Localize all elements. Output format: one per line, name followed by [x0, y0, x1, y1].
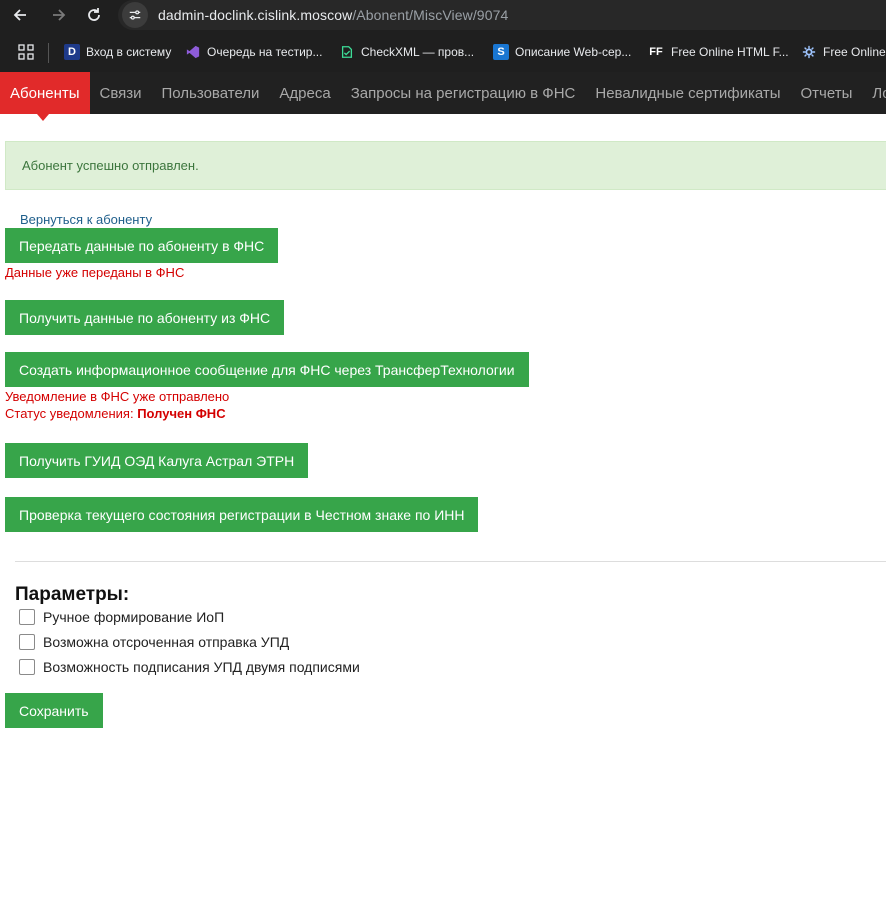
alert-text: Абонент успешно отправлен. — [22, 158, 199, 173]
nav-users[interactable]: Пользователи — [152, 72, 270, 114]
url-text: dadmin-doclink.cislink.moscow/Abonent/Mi… — [158, 7, 508, 23]
create-fns-message-button[interactable]: Создать информационное сообщение для ФНС… — [5, 352, 529, 387]
option-label: Возможна отсроченная отправка УПД — [43, 634, 290, 650]
bookmarks-bar: D Вход в систему Очередь на тестир... Ch… — [0, 34, 886, 72]
nav-invalid-certificates[interactable]: Невалидные сертификаты — [585, 72, 790, 114]
forward-arrow-icon[interactable] — [46, 3, 70, 27]
bookmark-checkxml[interactable]: CheckXML — пров... — [339, 44, 474, 60]
browser-toolbar: dadmin-doclink.cislink.moscow/Abonent/Mi… — [0, 0, 886, 34]
bookmark-label: CheckXML — пров... — [361, 45, 475, 59]
apps-grid-icon[interactable] — [18, 44, 34, 60]
notice-status-value: Получен ФНС — [137, 406, 226, 421]
option-manual-iop[interactable]: Ручное формирование ИоП — [19, 609, 224, 625]
save-button[interactable]: Сохранить — [5, 693, 103, 728]
section-divider — [15, 561, 886, 562]
get-from-fns-button[interactable]: Получить данные по абоненту из ФНС — [5, 300, 285, 335]
option-double-sign-upd[interactable]: Возможность подписания УПД двумя подпися… — [19, 659, 360, 675]
option-deferred-upd[interactable]: Возможна отсроченная отправка УПД — [19, 634, 289, 650]
nav-abonents[interactable]: Абоненты — [0, 72, 90, 114]
url-host: dadmin-doclink.cislink.moscow — [158, 7, 353, 23]
bookmark-label: Очередь на тестир... — [207, 45, 323, 59]
site-settings-icon[interactable] — [122, 2, 148, 28]
checkxml-icon — [339, 44, 355, 60]
reload-icon[interactable] — [82, 3, 106, 27]
bookmarks-separator — [48, 43, 49, 63]
send-fns-note: Данные уже переданы в ФНС — [5, 265, 185, 280]
nav-fns-requests[interactable]: Запросы на регистрацию в ФНС — [341, 72, 586, 114]
bookmark-label: Free Online HTML F... — [671, 45, 789, 59]
get-guid-button[interactable]: Получить ГУИД ОЭД Калуга Астрал ЭТРН — [5, 443, 309, 478]
bookmark-test-queue[interactable]: Очередь на тестир... — [185, 44, 322, 60]
back-arrow-icon[interactable] — [9, 3, 33, 27]
notice-sent-note: Уведомление в ФНС уже отправлено — [5, 389, 230, 404]
check-chz-button[interactable]: Проверка текущего состояния регистрации … — [5, 497, 479, 532]
nav-addresses[interactable]: Адреса — [269, 72, 340, 114]
bookmark-free-online[interactable]: Free Online — [801, 44, 886, 60]
doclink-logo-icon: D — [64, 44, 80, 60]
option-label: Ручное формирование ИоП — [43, 609, 225, 625]
checkbox[interactable] — [19, 659, 35, 675]
web-service-icon: S — [493, 44, 509, 60]
option-label: Возможность подписания УПД двумя подпися… — [43, 659, 360, 675]
gear-icon — [801, 44, 817, 60]
vs-logo-icon — [185, 44, 201, 60]
bookmark-web-service[interactable]: S Описание Web-сер... — [493, 44, 631, 60]
ff-logo-icon: FF — [649, 46, 663, 58]
nav-links[interactable]: Связи — [90, 72, 152, 114]
bookmark-label: Описание Web-сер... — [515, 45, 632, 59]
nav-reports[interactable]: Отчеты — [791, 72, 863, 114]
checkbox[interactable] — [19, 609, 35, 625]
nav-log[interactable]: Лог о — [862, 72, 886, 114]
main-nav: Абоненты Связи Пользователи Адреса Запро… — [0, 72, 886, 114]
send-to-fns-button[interactable]: Передать данные по абоненту в ФНС — [5, 228, 279, 263]
params-title: Параметры: — [15, 584, 130, 605]
notice-status: Статус уведомления: Получен ФНС — [5, 406, 226, 421]
address-bar[interactable]: dadmin-doclink.cislink.moscow/Abonent/Mi… — [118, 0, 886, 30]
bookmark-html-formatter[interactable]: FF Free Online HTML F... — [647, 44, 789, 60]
bookmark-login[interactable]: D Вход в систему — [64, 44, 171, 60]
active-tab-caret — [37, 114, 49, 121]
url-path: /Abonent/MiscView/9074 — [352, 7, 509, 23]
back-to-abonent-link[interactable]: Вернуться к абоненту — [20, 212, 152, 227]
checkbox[interactable] — [19, 634, 35, 650]
success-alert: Абонент успешно отправлен. — [5, 141, 886, 190]
notice-status-label: Статус уведомления: — [5, 406, 138, 421]
bookmark-label: Вход в систему — [86, 45, 172, 59]
bookmark-label: Free Online — [823, 45, 886, 59]
